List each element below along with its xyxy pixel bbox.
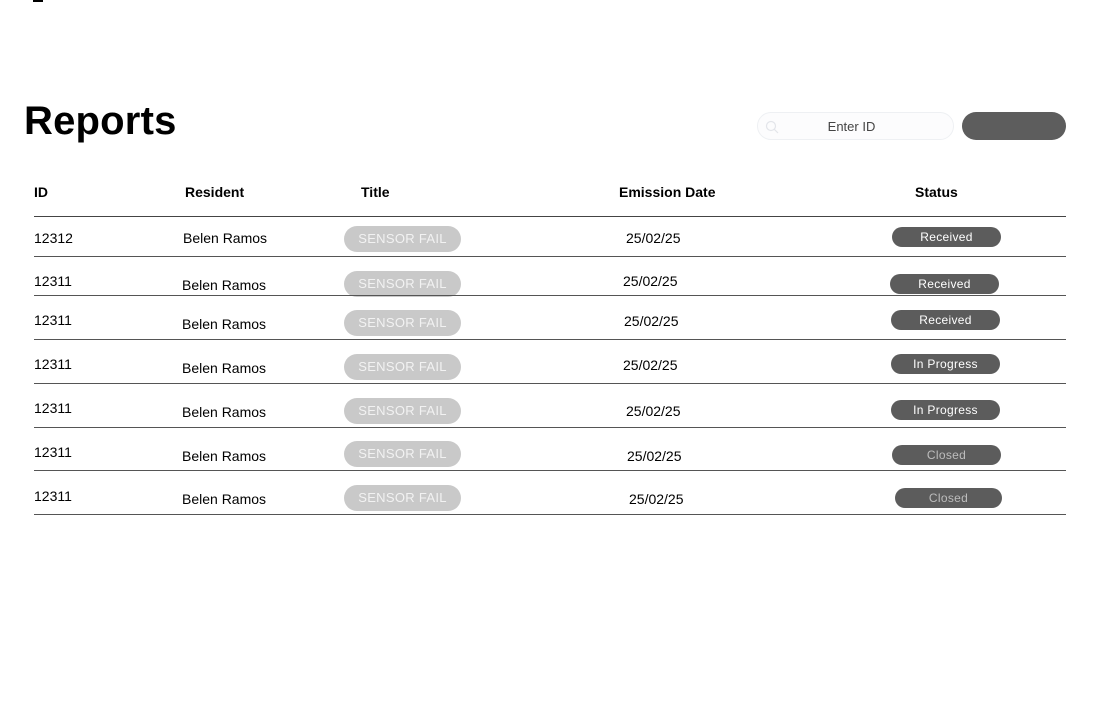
row-resident: Belen Ramos: [182, 316, 267, 332]
column-header-id: ID: [34, 184, 48, 200]
row-emission-date: 25/02/25: [627, 448, 682, 464]
row-divider: [34, 256, 1066, 257]
row-title-tag: SENSOR FAIL: [344, 485, 461, 511]
row-title-tag: SENSOR FAIL: [344, 398, 461, 424]
column-header-emission-date: Emission Date: [619, 184, 716, 200]
row-resident: Belen Ramos: [182, 448, 267, 464]
row-divider: [34, 427, 1066, 428]
row-emission-date: 25/02/25: [623, 273, 678, 289]
status-badge: In Progress: [891, 354, 1000, 374]
search-input[interactable]: [784, 113, 949, 139]
column-header-status: Status: [915, 184, 958, 200]
status-badge: Closed: [892, 445, 1001, 465]
top-edge-fragment: [33, 0, 43, 2]
search-button[interactable]: [962, 112, 1066, 140]
row-emission-date: 25/02/25: [623, 357, 678, 373]
header-divider: [34, 216, 1066, 217]
row-id: 12311: [34, 312, 72, 328]
row-emission-date: 25/02/25: [624, 313, 679, 329]
status-badge: Received: [890, 274, 999, 294]
column-header-title: Title: [361, 184, 390, 200]
search-icon: [765, 120, 779, 134]
row-resident: Belen Ramos: [182, 277, 267, 293]
reports-page: Reports ID Resident Title Emission Date …: [0, 0, 1106, 709]
status-badge: Received: [892, 227, 1001, 247]
row-title-tag: SENSOR FAIL: [344, 441, 461, 467]
row-id: 12312: [34, 230, 73, 246]
row-divider: [34, 295, 1066, 296]
row-resident: Belen Ramos: [183, 230, 268, 246]
row-divider: [34, 470, 1066, 471]
row-title-tag: SENSOR FAIL: [344, 226, 461, 252]
status-badge: Received: [891, 310, 1000, 330]
row-title-tag: SENSOR FAIL: [344, 354, 461, 380]
row-resident: Belen Ramos: [182, 404, 267, 420]
row-title-tag: SENSOR FAIL: [344, 310, 461, 336]
row-emission-date: 25/02/25: [629, 491, 684, 507]
status-badge: In Progress: [891, 400, 1000, 420]
column-header-resident: Resident: [185, 184, 245, 200]
page-title: Reports: [24, 99, 177, 143]
row-divider: [34, 383, 1066, 384]
row-resident: Belen Ramos: [182, 360, 267, 376]
row-divider: [34, 514, 1066, 515]
row-id: 12311: [34, 488, 72, 504]
row-id: 12311: [34, 356, 72, 372]
row-resident: Belen Ramos: [182, 491, 267, 507]
status-badge: Closed: [895, 488, 1002, 508]
row-title-tag: SENSOR FAIL: [344, 271, 461, 297]
search-bar[interactable]: [757, 112, 954, 140]
row-emission-date: 25/02/25: [626, 403, 681, 419]
row-id: 12311: [34, 400, 72, 416]
row-emission-date: 25/02/25: [626, 230, 681, 246]
row-id: 12311: [34, 273, 72, 289]
row-divider: [34, 339, 1066, 340]
row-id: 12311: [34, 444, 72, 460]
